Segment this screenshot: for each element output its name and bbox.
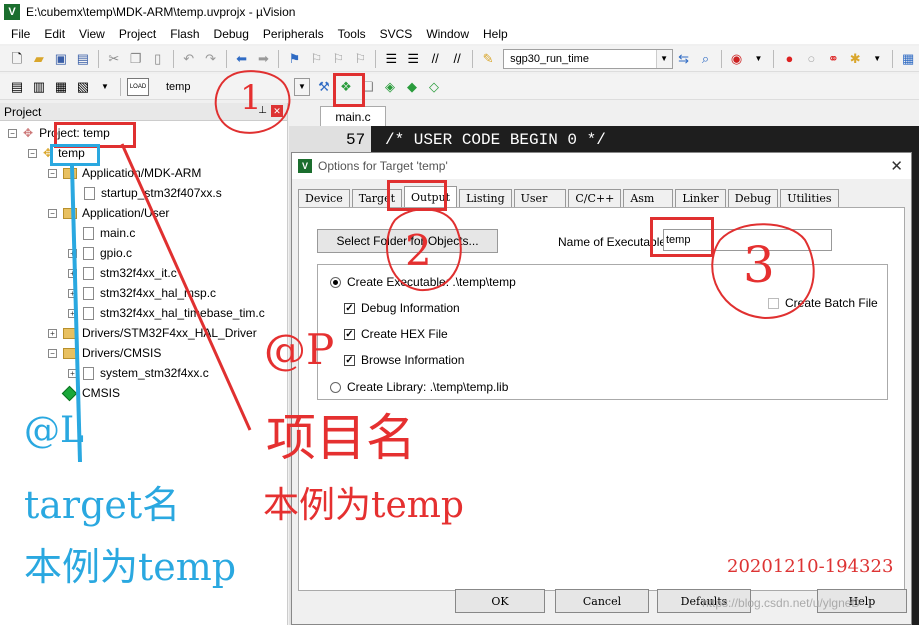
annotation-number-1: 1 [240, 78, 262, 118]
annotation-box-output-tab [387, 180, 447, 211]
annotation-target-name: target名 [24, 483, 181, 527]
annotation-overlay [70, 70, 815, 463]
annotation-number-3: 3 [743, 236, 775, 294]
annotation-target-example: 本例为temp [24, 545, 237, 589]
annotation-project-name: 项目名 [266, 409, 416, 467]
annotation-l-tag: @L [24, 410, 84, 451]
annotation-box-target [50, 144, 100, 166]
annotation-number-2: 2 [405, 226, 432, 275]
annotation-project-example: 本例为temp [263, 485, 464, 526]
annotation-box-options-icon [333, 73, 365, 107]
annotation-arrow-red [120, 143, 252, 431]
annotation-p-tag: @P [264, 325, 335, 374]
annotation-box-executable-name [650, 217, 714, 257]
